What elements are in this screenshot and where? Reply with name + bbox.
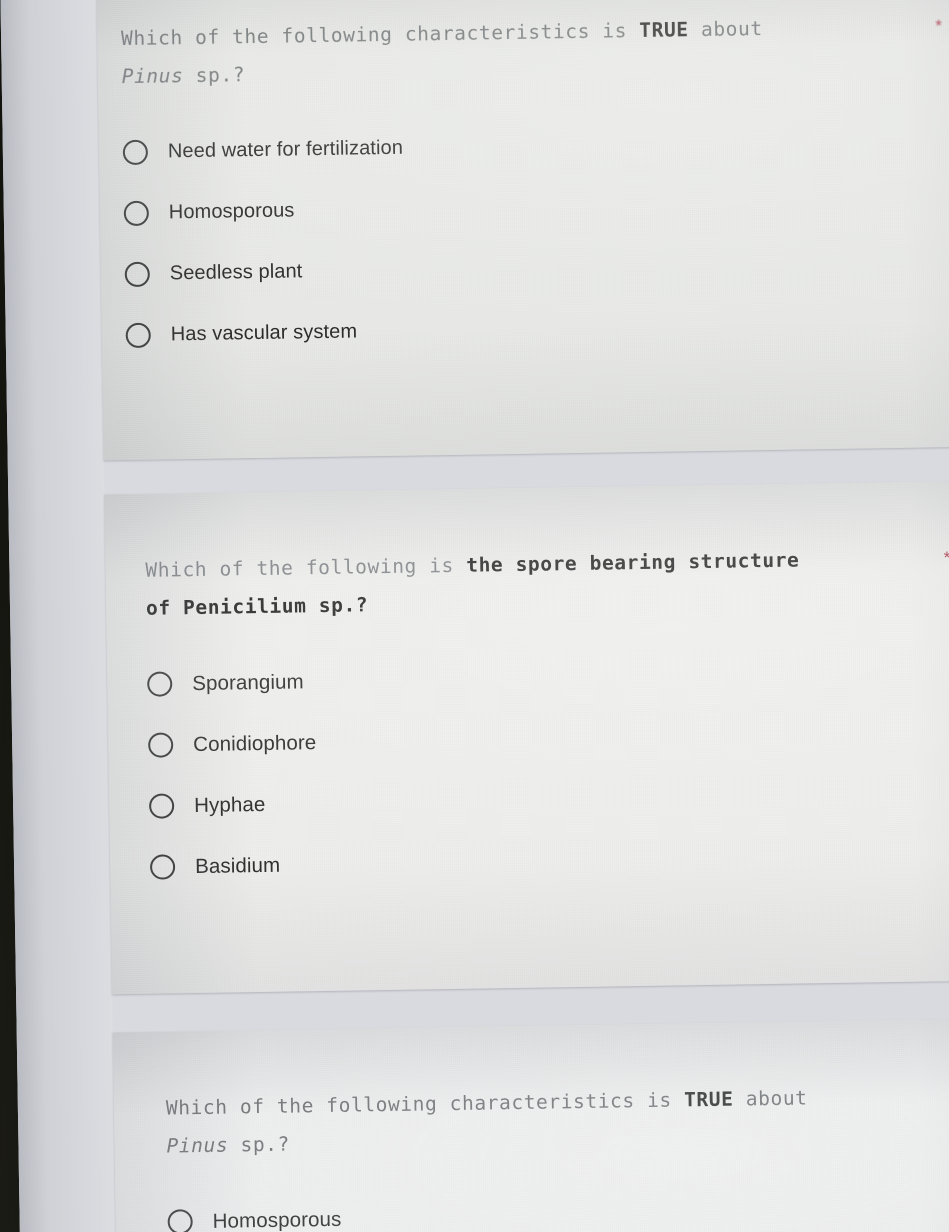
option-label: Basidium	[194, 853, 281, 878]
question-1-emphasis: TRUE	[639, 18, 689, 42]
option-group-2[interactable]: Sporangium Conidiophore Hyphae Basidium	[147, 640, 949, 897]
points-badge-1: * 1 point	[935, 6, 949, 36]
question-title-1: Which of the following characteristics i…	[121, 10, 764, 96]
option-row[interactable]: Basidium	[149, 823, 949, 897]
option-group-1[interactable]: Need water for fertilization Homosporous…	[122, 108, 949, 366]
question-2-emphasis: the spore bearing structure	[466, 548, 800, 577]
question-card-3[interactable]: Which of the following characteristics i…	[112, 1018, 949, 1232]
form-photo: Which of the following characteristics i…	[0, 0, 949, 1232]
option-label: Seedless plant	[169, 260, 303, 285]
question-3-suffix: sp.?	[228, 1132, 291, 1157]
question-1-suffix: sp.?	[183, 63, 246, 88]
option-label: Sporangium	[192, 669, 304, 695]
question-2-species: of Penicilium	[145, 594, 307, 620]
radio-button-icon[interactable]	[149, 854, 176, 880]
question-3-lead: Which of the following characteristics i…	[165, 1088, 685, 1120]
question-1-lead: Which of the following characteristics i…	[120, 18, 640, 51]
radio-button-icon[interactable]	[167, 1209, 193, 1232]
form-page: Which of the following characteristics i…	[0, 0, 949, 1232]
option-label: Need water for fertilization	[167, 136, 404, 163]
radio-button-icon[interactable]	[123, 200, 150, 227]
question-title-3: Which of the following characteristics i…	[166, 1079, 809, 1165]
radio-button-icon[interactable]	[125, 322, 151, 349]
question-2-suffix: sp.?	[306, 593, 369, 618]
option-group-3[interactable]: Homosporous Seedless plant Has vascular …	[167, 1178, 949, 1232]
option-label: Has vascular system	[170, 320, 358, 346]
question-3-tail: about	[733, 1086, 808, 1111]
option-label: Homosporous	[212, 1207, 342, 1232]
question-1-species: Pinus	[121, 64, 184, 89]
option-row[interactable]: Homosporous	[167, 1178, 949, 1232]
required-star-icon-1: *	[935, 16, 943, 36]
question-header-2: Which of the following is the spore bear…	[145, 538, 949, 627]
radio-button-icon[interactable]	[122, 139, 149, 166]
required-star-icon-2: *	[943, 548, 949, 568]
question-card-2[interactable]: Which of the following is the spore bear…	[104, 480, 949, 995]
question-header-1: Which of the following characteristics i…	[121, 6, 949, 96]
question-3-species: Pinus	[166, 1133, 229, 1158]
radio-button-icon[interactable]	[147, 671, 173, 697]
question-list: Which of the following characteristics i…	[95, 0, 949, 1232]
option-label: Homosporous	[168, 199, 295, 224]
question-1-tail: about	[688, 17, 763, 42]
option-label: Hyphae	[193, 792, 266, 817]
question-card-1[interactable]: Which of the following characteristics i…	[95, 0, 949, 461]
points-badge-2: * 1 point	[943, 538, 949, 568]
radio-button-icon[interactable]	[147, 732, 174, 758]
question-3-emphasis: TRUE	[683, 1087, 734, 1112]
radio-button-icon[interactable]	[148, 793, 175, 819]
question-header-3: Which of the following characteristics i…	[166, 1076, 949, 1165]
question-2-lead: Which of the following is	[145, 553, 467, 582]
option-row[interactable]: Has vascular system	[125, 291, 949, 366]
option-label: Conidiophore	[193, 730, 317, 756]
question-title-2: Which of the following is the spore bear…	[145, 542, 800, 628]
radio-button-icon[interactable]	[124, 261, 150, 288]
